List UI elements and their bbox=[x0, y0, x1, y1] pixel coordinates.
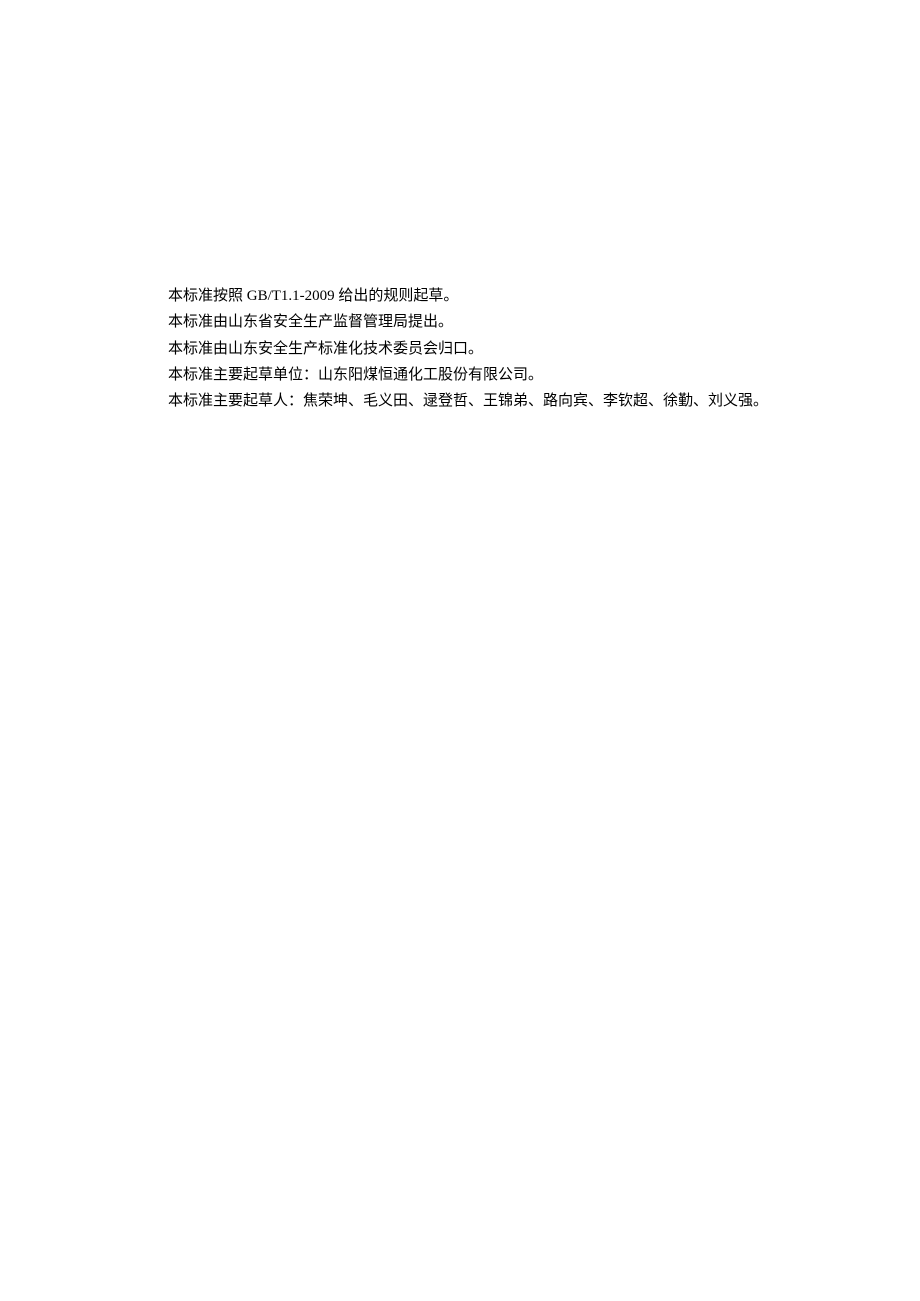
paragraph-administered-by: 本标准由山东安全生产标准化技术委员会归口。 bbox=[138, 336, 820, 362]
paragraph-drafting-unit: 本标准主要起草单位：山东阳煤恒通化工股份有限公司。 bbox=[138, 362, 820, 388]
paragraph-standard-rule: 本标准按照 GB/T1.1-2009 给出的规则起草。 bbox=[138, 283, 820, 309]
paragraph-drafters: 本标准主要起草人：焦荣坤、毛义田、逯登哲、王锦弟、路向宾、李钦超、徐勤、刘义强。 bbox=[138, 388, 820, 414]
paragraph-proposed-by: 本标准由山东省安全生产监督管理局提出。 bbox=[138, 309, 820, 335]
